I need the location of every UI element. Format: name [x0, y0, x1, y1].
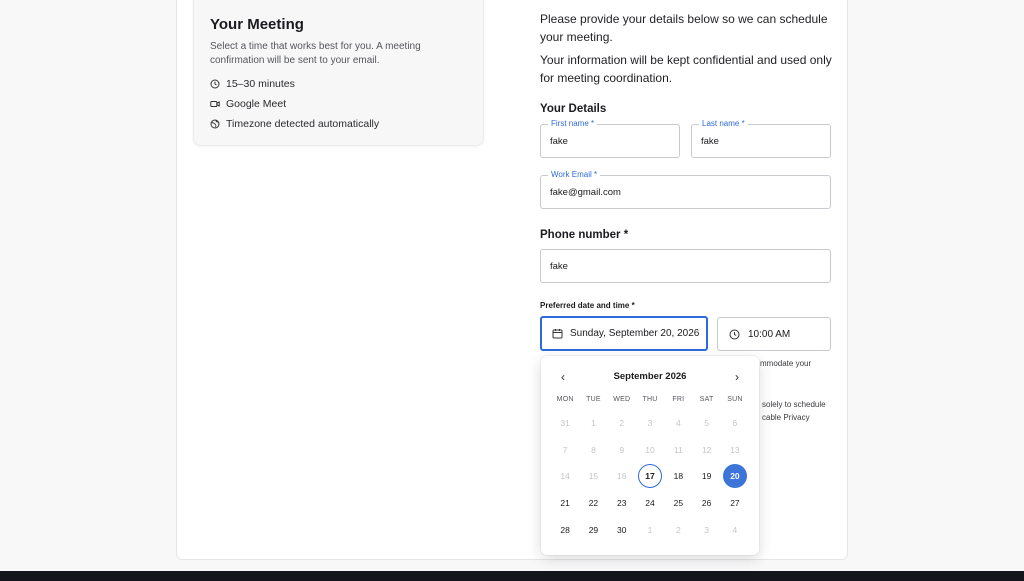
- calendar-week-row: 28 29 30 1 2 3 4: [551, 516, 749, 543]
- phone-field[interactable]: fake: [540, 249, 831, 283]
- first-name-value: fake: [550, 136, 568, 147]
- meeting-duration: 15–30 minutes: [210, 78, 295, 90]
- intro-text-1: Please provide your details below so we …: [540, 12, 828, 44]
- weekday-label: WED: [613, 396, 631, 403]
- calendar-week-row: 7 8 9 10 11 12 13: [551, 437, 749, 464]
- calendar-day: 10: [645, 444, 655, 455]
- calendar-day: 2: [619, 418, 625, 429]
- calendar-day[interactable]: 28: [551, 516, 579, 543]
- calendar-day: 5: [704, 418, 709, 429]
- weekday-label: MON: [556, 396, 574, 403]
- meeting-description: Select a time that works best for you. A…: [210, 41, 421, 66]
- calendar-day[interactable]: 21: [551, 490, 579, 517]
- calendar-day: 8: [591, 444, 596, 455]
- calendar-day-today[interactable]: 17: [636, 463, 664, 490]
- calendar-day: 9: [619, 444, 625, 455]
- hidden-text-fragment: solely to schedule: [762, 400, 826, 409]
- weekday-label: THU: [642, 396, 658, 403]
- calendar-day: 3: [647, 418, 653, 429]
- hidden-text-fragment: mmodate your: [760, 359, 812, 368]
- calendar-day[interactable]: 23: [608, 490, 636, 517]
- video-icon: [210, 101, 220, 107]
- calendar-month-label: September 2026: [613, 371, 687, 382]
- calendar-day: 7: [562, 444, 568, 455]
- calendar-day[interactable]: 18: [664, 463, 692, 490]
- meeting-summary-panel: Your Meeting Select a time that works be…: [193, 0, 484, 146]
- calendar-icon: [552, 329, 563, 339]
- weekday-label: TUE: [586, 396, 601, 403]
- calendar-week-row: 14 15 16 17 18 19 20: [551, 463, 749, 490]
- clock-icon: [210, 79, 220, 89]
- calendar-day: 4: [732, 524, 738, 535]
- time-input[interactable]: 10:00 AM: [717, 317, 831, 351]
- calendar-day[interactable]: 26: [692, 490, 720, 517]
- phone-heading: Phone number *: [540, 229, 629, 241]
- date-value: Sunday, September 20, 2026: [570, 328, 700, 339]
- date-input[interactable]: Sunday, September 20, 2026: [540, 316, 708, 351]
- calendar-day: 4: [675, 418, 681, 429]
- work-email-field[interactable]: Work Email * fake@gmail.com: [540, 170, 831, 209]
- weekday-label: FRI: [672, 396, 685, 403]
- clock-icon: [729, 329, 740, 339]
- meeting-title: Your Meeting: [210, 16, 304, 33]
- calendar-day: 11: [673, 444, 683, 455]
- calendar-day[interactable]: 19: [692, 463, 720, 490]
- calendar-day: 16: [617, 471, 627, 482]
- calendar-day: 15: [588, 471, 599, 482]
- calendar-day: 31: [560, 418, 570, 429]
- calendar-day[interactable]: 30: [608, 516, 636, 543]
- details-heading: Your Details: [540, 103, 607, 115]
- globe-icon: [210, 119, 220, 129]
- calendar-day: 2: [675, 524, 681, 535]
- calendar-week-row: 31 1 2 3 4 5 6: [551, 410, 749, 437]
- calendar-day[interactable]: 29: [579, 516, 607, 543]
- bottom-bar: [0, 571, 1024, 581]
- date-picker-popup: ‹ September 2026 › MON TUE WED THU FRI S…: [541, 356, 759, 555]
- last-name-value: fake: [701, 136, 719, 147]
- work-email-label: Work Email *: [548, 170, 601, 180]
- calendar-day: 14: [560, 471, 570, 482]
- calendar-grid: MON TUE WED THU FRI SAT SUN 31 1 2 3 4 5…: [551, 396, 749, 543]
- hidden-text-fragment: cable Privacy: [762, 413, 810, 422]
- calendar-day[interactable]: 22: [579, 490, 607, 517]
- calendar-day: 1: [647, 524, 653, 535]
- calendar-day: 3: [704, 524, 709, 535]
- intro-text-2: Your information will be kept confidenti…: [540, 53, 832, 85]
- calendar-day: 13: [730, 444, 740, 455]
- meeting-platform: Google Meet: [210, 98, 286, 110]
- meeting-timezone: Timezone detected automatically: [210, 118, 379, 130]
- first-name-label: First name *: [548, 119, 598, 129]
- time-value: 10:00 AM: [748, 328, 791, 340]
- next-month-button[interactable]: ›: [729, 369, 745, 385]
- datetime-label: Preferred date and time *: [540, 301, 635, 310]
- last-name-field[interactable]: Last name * fake: [691, 119, 831, 158]
- first-name-field[interactable]: First name * fake: [540, 119, 680, 158]
- weekday-header-row: MON TUE WED THU FRI SAT SUN: [551, 396, 749, 410]
- phone-value: fake: [550, 261, 568, 272]
- calendar-day[interactable]: 25: [664, 490, 692, 517]
- weekday-label: SAT: [699, 396, 714, 403]
- work-email-value: fake@gmail.com: [550, 187, 621, 198]
- calendar-day: 12: [701, 444, 712, 455]
- calendar-day-selected[interactable]: 20: [721, 463, 749, 490]
- calendar-week-row: 21 22 23 24 25 26 27: [551, 490, 749, 517]
- calendar-day: 6: [732, 418, 738, 429]
- last-name-label: Last name *: [699, 119, 748, 129]
- weekday-label: SUN: [727, 396, 743, 403]
- calendar-day: 1: [591, 418, 596, 429]
- calendar-day[interactable]: 27: [721, 490, 749, 517]
- calendar-day[interactable]: 24: [636, 490, 664, 517]
